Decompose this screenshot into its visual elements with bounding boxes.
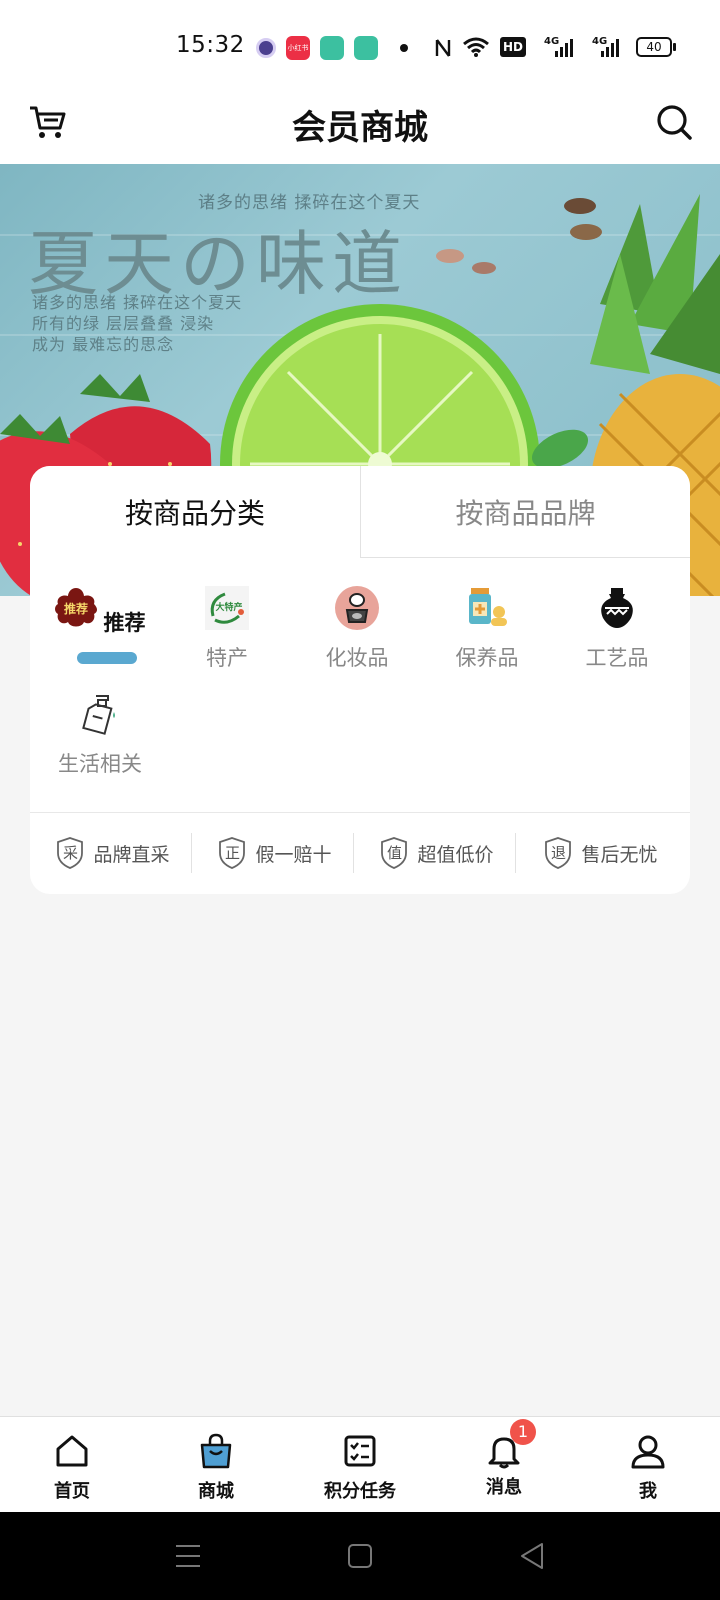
- shield-badge-text: 值: [386, 844, 402, 862]
- guarantee-label: 超值低价: [417, 843, 494, 866]
- guarantee-label: 售后无忧: [581, 843, 658, 866]
- shield-icon: 正: [217, 836, 247, 870]
- tabbar-item-messages[interactable]: 1 消息: [432, 1417, 576, 1513]
- back-icon[interactable]: [516, 1540, 548, 1572]
- hd-icon: HD: [500, 37, 527, 57]
- search-icon[interactable]: [652, 100, 696, 144]
- battery-icon: 40: [636, 37, 676, 57]
- guarantee-item: 正 假一赔十: [192, 813, 357, 893]
- active-indicator: [77, 652, 137, 664]
- bottom-tab-bar: 首页 商城 积分任务 1 消息 我: [0, 1416, 720, 1512]
- category-label: 化妆品: [325, 646, 389, 670]
- guarantee-label: 品牌直采: [93, 843, 170, 866]
- guarantee-item: 采 品牌直采: [30, 813, 195, 893]
- shield-icon: 值: [379, 836, 409, 870]
- guarantee-separator: [515, 833, 516, 873]
- app-notification-icon-3: [354, 36, 378, 60]
- category-label: 特产: [206, 646, 248, 670]
- banner-poem-line: 所有的绿 层层叠叠 浸染: [32, 314, 215, 333]
- category-label: 保养品: [455, 646, 519, 670]
- notification-badge: 1: [510, 1419, 536, 1445]
- task-list-icon: [344, 1435, 376, 1467]
- tabbar-label: 商城: [198, 1481, 234, 1502]
- category-item-living[interactable]: 生活相关: [35, 692, 165, 792]
- category-item-cosmetics[interactable]: 化妆品: [292, 586, 422, 686]
- category-card: 按商品分类 按商品品牌 推荐 推荐 大特产 特产 化妆品 保养品 工艺品 生活相…: [30, 466, 690, 894]
- banner-poem-line: 成为 最难忘的思念: [32, 335, 175, 354]
- signal-icon: [555, 39, 573, 57]
- category-item-recommend[interactable]: 推荐 推荐: [35, 586, 165, 686]
- nfc-icon: [435, 39, 451, 57]
- tab-by-category[interactable]: 按商品分类: [30, 466, 360, 558]
- system-nav-bar: [0, 1512, 720, 1600]
- tabbar-label: 我: [639, 1481, 657, 1502]
- guarantee-item: 退 售后无忧: [518, 813, 683, 893]
- health-supplement-icon: [469, 588, 507, 626]
- shield-badge-text: 正: [224, 844, 240, 862]
- recommend-icon: 推荐: [55, 588, 98, 627]
- category-label: 推荐: [103, 611, 146, 635]
- page-title: 会员商城: [292, 108, 428, 148]
- category-item-specialty[interactable]: 大特产 特产: [162, 586, 292, 686]
- shield-badge-text: 采: [62, 844, 78, 862]
- home-icon: [56, 1435, 88, 1467]
- spray-bottle-icon: [82, 695, 115, 735]
- bell-icon-wrap: 1: [486, 1419, 536, 1469]
- home-square-icon[interactable]: [344, 1540, 376, 1572]
- category-tabs: 按商品分类 按商品品牌: [30, 466, 690, 558]
- status-time: 15:32: [176, 32, 245, 58]
- menu-icon[interactable]: [172, 1540, 204, 1572]
- category-label: 工艺品: [585, 646, 649, 670]
- notification-dot-icon: [400, 44, 408, 52]
- app-notification-icon-2: [320, 36, 344, 60]
- shield-badge-text: 退: [550, 844, 566, 862]
- profile-icon: [631, 1435, 665, 1469]
- shopping-bag-icon: [200, 1433, 232, 1469]
- tabbar-item-me[interactable]: 我: [576, 1417, 720, 1513]
- tabbar-label: 消息: [486, 1477, 522, 1498]
- cosmetics-icon: [335, 586, 379, 630]
- wifi-icon: [463, 37, 489, 57]
- tabbar-item-mall[interactable]: 商城: [144, 1417, 288, 1513]
- specialty-icon: 大特产: [205, 586, 249, 630]
- app-header: 会员商城: [0, 80, 720, 164]
- guarantee-label: 假一赔十: [255, 843, 332, 866]
- tabbar-label: 首页: [54, 1481, 90, 1502]
- tab-by-brand[interactable]: 按商品品牌: [360, 466, 690, 558]
- xiaohongshu-app-icon: 小红书: [286, 36, 310, 60]
- recommend-icon-text: 推荐: [64, 601, 88, 616]
- banner-poem-line: 诸多的思绪 揉碎在这个夏天: [32, 293, 243, 312]
- category-label: 生活相关: [58, 752, 142, 776]
- battery-level: 40: [646, 40, 662, 54]
- app-notification-icon: [256, 38, 276, 58]
- shield-icon: 采: [55, 836, 85, 870]
- category-item-craft[interactable]: 工艺品: [552, 586, 682, 686]
- status-bar: 15:32 小红书 HD 4G 4G 40: [0, 0, 720, 80]
- category-item-health[interactable]: 保养品: [422, 586, 552, 686]
- tabbar-item-home[interactable]: 首页: [0, 1417, 144, 1513]
- craft-vase-icon: [601, 588, 633, 628]
- guarantee-item: 值 超值低价: [354, 813, 519, 893]
- signal-icon-2: [601, 39, 619, 57]
- guarantee-strip: 采 品牌直采 正 假一赔十 值 超值低价 退 售后无忧: [30, 813, 690, 893]
- tabbar-label: 积分任务: [324, 1481, 396, 1502]
- shield-icon: 退: [543, 836, 573, 870]
- tabbar-item-tasks[interactable]: 积分任务: [288, 1417, 432, 1513]
- banner-poem: 诸多的思绪 揉碎在这个夏天 所有的绿 层层叠叠 浸染 成为 最难忘的思念: [32, 292, 242, 355]
